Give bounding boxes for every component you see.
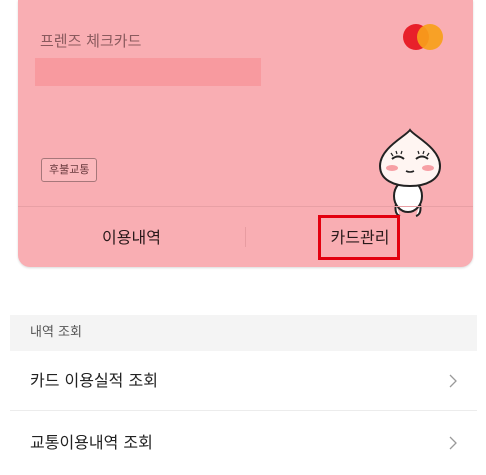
tab-usage-history[interactable]: 이용내역	[18, 212, 245, 264]
chevron-right-icon	[449, 436, 457, 450]
transit-badge: 후불교통	[41, 158, 98, 182]
redacted-card-number	[35, 58, 261, 86]
chevron-right-icon	[449, 374, 457, 388]
card-divider	[18, 206, 473, 207]
check-card[interactable]: 프렌즈 체크카드 후불교통 이용내역 카드관리	[18, 0, 473, 267]
card-name: 프렌즈 체크카드	[40, 32, 142, 50]
list-item-transit-usage-history[interactable]: 교통이용내역 조회	[10, 413, 477, 473]
tab-card-management[interactable]: 카드관리	[318, 212, 402, 264]
list-item-card-usage-performance[interactable]: 카드 이용실적 조회	[10, 351, 477, 411]
mastercard-logo-icon	[403, 24, 443, 50]
section-header: 내역 조회	[10, 315, 477, 351]
list-item-label: 카드 이용실적 조회	[30, 371, 158, 390]
list-item-label: 교통이용내역 조회	[30, 433, 153, 452]
apeach-character-icon	[378, 128, 442, 217]
tab-divider	[245, 227, 246, 247]
